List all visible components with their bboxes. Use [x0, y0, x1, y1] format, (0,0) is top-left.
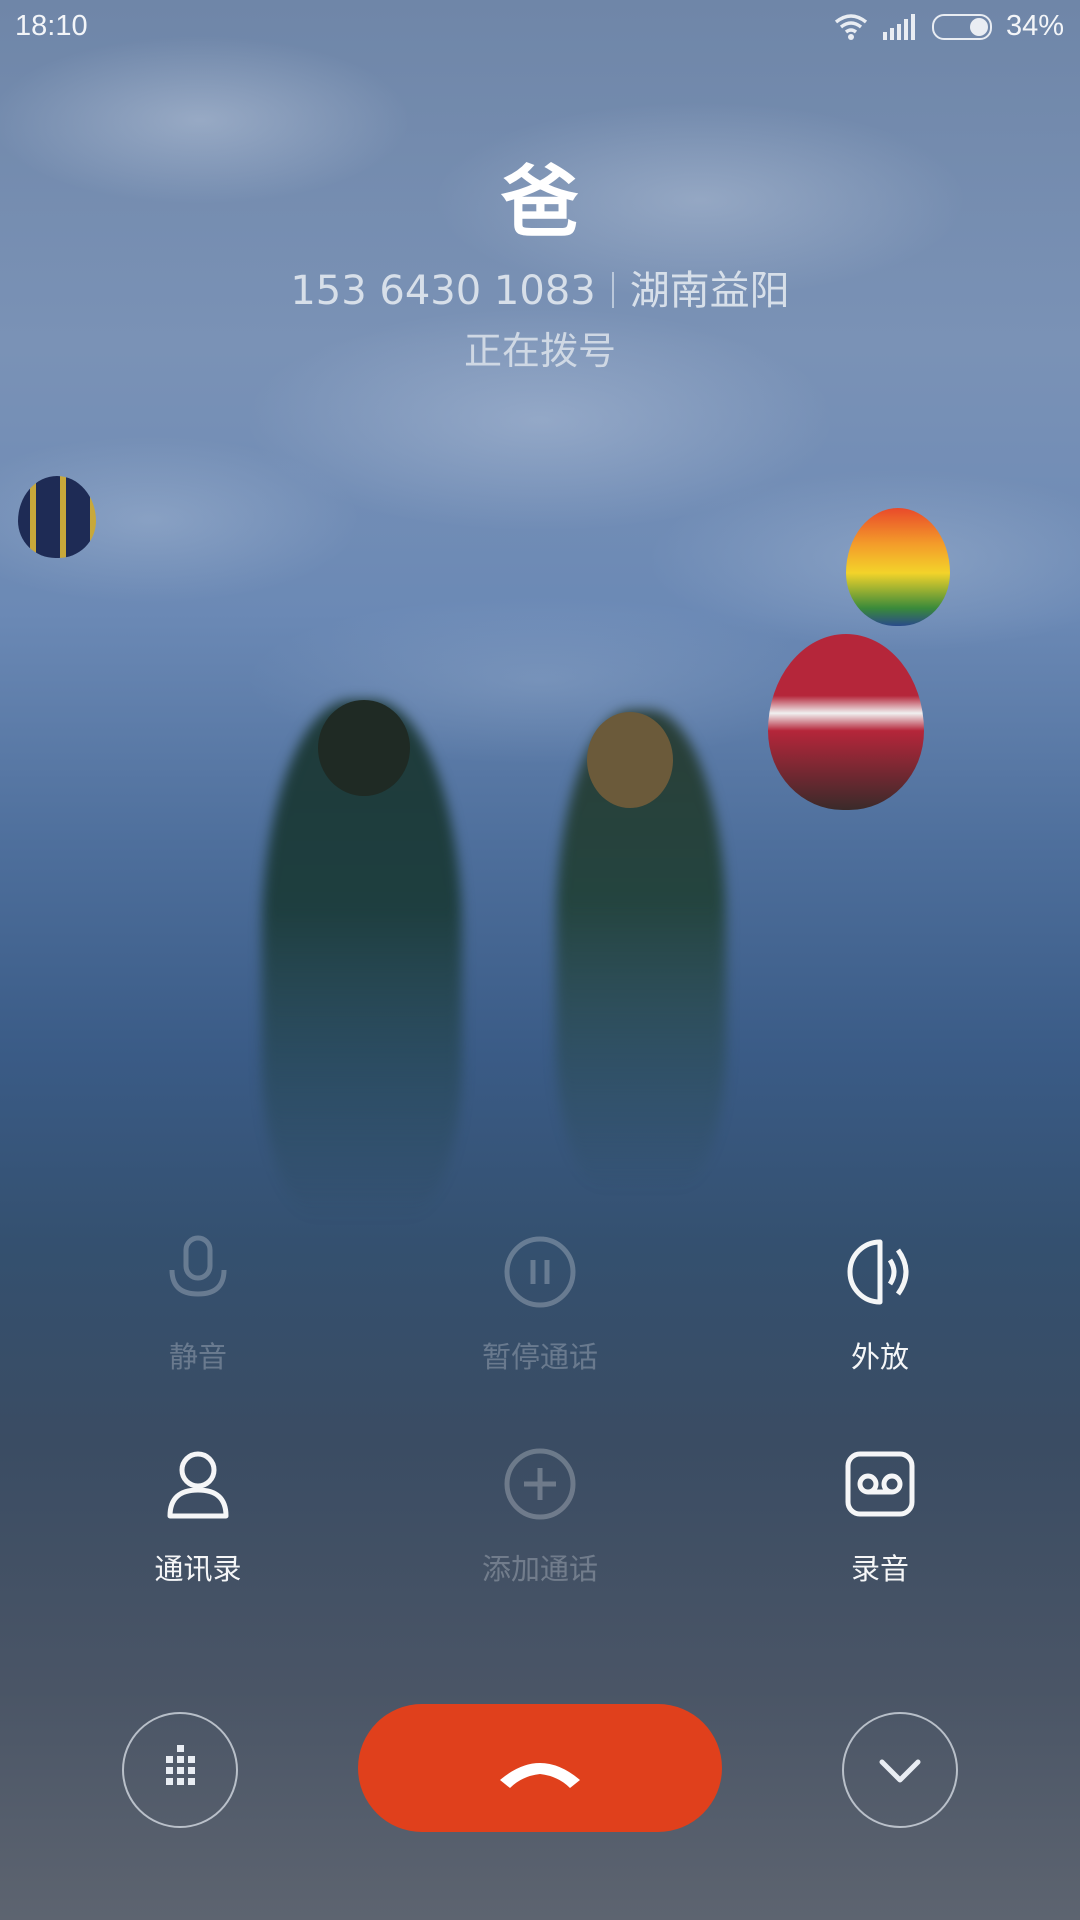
hot-air-balloon-left — [18, 476, 96, 558]
wifi-icon — [834, 13, 868, 40]
contacts-button[interactable]: 通讯录 — [88, 1444, 308, 1588]
caller-location: 湖南益阳 — [629, 268, 790, 314]
call-state: 正在拨号 — [463, 329, 616, 373]
end-call-button[interactable] — [358, 1704, 722, 1832]
status-icons: 34% — [834, 10, 1064, 43]
dialpad-icon — [166, 1745, 195, 1785]
mute-label: 静音 — [168, 1340, 227, 1374]
background-clouds — [0, 0, 1080, 900]
caller-info: 爸 153 6430 1083 湖南益阳 正在拨号 — [0, 140, 1080, 375]
caller-number: 153 6430 1083 — [290, 268, 596, 314]
status-bar: 18:10 34% — [0, 0, 1080, 56]
hot-air-balloon-rainbow — [846, 508, 950, 626]
record-button[interactable]: 录音 — [770, 1444, 990, 1588]
add-icon — [504, 1448, 576, 1520]
child-head-left — [318, 700, 410, 796]
chevron-down-icon — [879, 1759, 921, 1783]
speaker-button[interactable]: 外放 — [770, 1232, 990, 1376]
caller-number-line: 153 6430 1083 湖南益阳 — [0, 258, 1080, 316]
record-icon — [845, 1451, 915, 1517]
battery-percent: 34% — [1005, 10, 1064, 42]
contact-icon — [167, 1451, 229, 1519]
add-call-label: 添加通话 — [481, 1552, 598, 1586]
speaker-label: 外放 — [850, 1340, 909, 1374]
battery-icon — [931, 13, 992, 40]
battery-fill — [969, 17, 988, 36]
status-time: 18:10 — [15, 10, 88, 42]
pause-icon — [504, 1236, 576, 1308]
collapse-button[interactable] — [842, 1712, 958, 1828]
speaker-icon — [847, 1239, 909, 1305]
microphone-icon — [169, 1235, 227, 1297]
mute-button[interactable]: 静音 — [88, 1232, 308, 1376]
add-call-button[interactable]: 添加通话 — [430, 1444, 650, 1588]
child-head-right — [587, 712, 673, 808]
dialpad-button[interactable] — [122, 1712, 238, 1828]
caller-name: 爸 — [500, 158, 579, 248]
record-label: 录音 — [850, 1552, 909, 1586]
hold-button[interactable]: 暂停通话 — [430, 1232, 650, 1376]
hold-label: 暂停通话 — [481, 1340, 598, 1374]
signal-icon — [882, 13, 915, 40]
contacts-label: 通讯录 — [154, 1552, 242, 1586]
end-call-icon — [500, 1763, 580, 1788]
divider — [611, 272, 614, 308]
